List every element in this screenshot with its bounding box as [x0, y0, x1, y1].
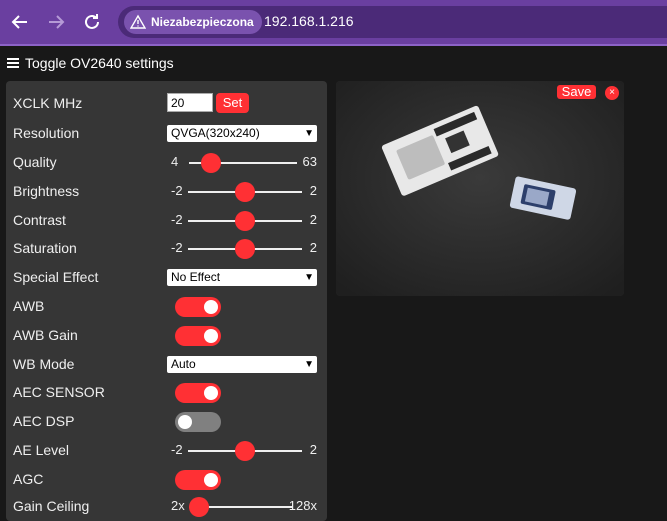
agc-row: AGC	[13, 468, 323, 490]
gain-ceiling-label: Gain Ceiling	[13, 498, 90, 514]
quality-label: Quality	[13, 154, 57, 170]
security-label: Niezabezpieczona	[151, 15, 254, 29]
settings-panel: XCLK MHz 20 Set Resolution QVGA(320x240)…	[6, 81, 327, 521]
quality-min: 4	[171, 154, 179, 169]
brightness-max: 2	[309, 183, 317, 198]
aec-sensor-label: AEC SENSOR	[13, 384, 105, 400]
aec-dsp-label: AEC DSP	[13, 413, 75, 429]
close-icon[interactable]: ×	[605, 86, 619, 100]
chevron-down-icon: ▼	[304, 359, 314, 370]
warning-icon	[130, 14, 146, 29]
toggle-knob	[204, 386, 218, 400]
xclk-input[interactable]: 20	[167, 93, 213, 112]
saturation-slider-thumb[interactable]	[235, 239, 255, 259]
ae-level-label: AE Level	[13, 442, 70, 458]
contrast-label: Contrast	[13, 212, 66, 228]
stream-image	[336, 81, 624, 296]
back-arrow-icon[interactable]	[8, 10, 32, 34]
wb-mode-row: WB Mode Auto ▼	[13, 353, 323, 375]
aec-sensor-toggle[interactable]	[175, 383, 221, 403]
security-chip[interactable]: Niezabezpieczona	[124, 10, 262, 34]
aec-dsp-toggle[interactable]	[175, 412, 221, 432]
toggle-label: Toggle OV2640 settings	[25, 55, 174, 71]
brightness-min: -2	[171, 183, 183, 198]
menu-icon	[7, 58, 19, 68]
contrast-max: 2	[309, 212, 317, 227]
url-text[interactable]: 192.168.1.216	[264, 13, 354, 29]
gain-ceiling-slider-thumb[interactable]	[189, 497, 209, 517]
ae-level-max: 2	[309, 442, 317, 457]
awb-label: AWB	[13, 298, 45, 314]
resolution-row: Resolution QVGA(320x240) ▼	[13, 122, 323, 144]
camera-stream	[336, 81, 624, 296]
ae-level-row: AE Level -2 2	[13, 439, 323, 461]
address-bar[interactable]: Niezabezpieczona 192.168.1.216	[118, 6, 667, 38]
resolution-value: QVGA(320x240)	[171, 126, 260, 140]
gain-ceiling-row: Gain Ceiling 2x 128x	[13, 495, 323, 517]
brightness-label: Brightness	[13, 183, 80, 199]
awb-gain-row: AWB Gain	[13, 324, 323, 346]
toggle-knob	[178, 415, 192, 429]
awb-toggle[interactable]	[175, 297, 221, 317]
quality-row: Quality 4 63	[13, 151, 323, 173]
brightness-slider-thumb[interactable]	[235, 182, 255, 202]
special-effect-label: Special Effect	[13, 269, 99, 285]
xclk-label: XCLK MHz	[13, 95, 83, 111]
saturation-row: Saturation -2 2	[13, 237, 323, 259]
wb-mode-select[interactable]: Auto ▼	[167, 356, 317, 373]
awb-gain-toggle[interactable]	[175, 326, 221, 346]
xclk-row: XCLK MHz 20 Set	[13, 92, 323, 114]
contrast-row: Contrast -2 2	[13, 209, 323, 231]
chevron-down-icon: ▼	[304, 272, 314, 283]
special-effect-select[interactable]: No Effect ▼	[167, 269, 317, 286]
awb-gain-label: AWB Gain	[13, 327, 78, 343]
contrast-slider-thumb[interactable]	[235, 211, 255, 231]
toolbar-divider	[0, 44, 667, 46]
saturation-max: 2	[309, 240, 317, 255]
ae-level-min: -2	[171, 442, 183, 457]
aec-sensor-row: AEC SENSOR	[13, 381, 323, 403]
resolution-select[interactable]: QVGA(320x240) ▼	[167, 125, 317, 142]
toggle-knob	[204, 300, 218, 314]
special-effect-row: Special Effect No Effect ▼	[13, 266, 323, 288]
saturation-min: -2	[171, 240, 183, 255]
toggle-knob	[204, 473, 218, 487]
wb-mode-value: Auto	[171, 357, 196, 371]
brightness-row: Brightness -2 2	[13, 180, 323, 202]
reload-icon[interactable]	[80, 10, 104, 34]
gain-ceiling-max: 128x	[288, 498, 317, 513]
set-button[interactable]: Set	[216, 93, 249, 113]
aec-dsp-row: AEC DSP	[13, 410, 323, 432]
save-button[interactable]: Save	[557, 85, 596, 99]
ae-level-slider-thumb[interactable]	[235, 441, 255, 461]
resolution-label: Resolution	[13, 125, 80, 141]
chevron-down-icon: ▼	[304, 128, 314, 139]
settings-toggle[interactable]: Toggle OV2640 settings	[7, 55, 174, 71]
wb-mode-label: WB Mode	[13, 356, 75, 372]
agc-toggle[interactable]	[175, 470, 221, 490]
forward-arrow-icon[interactable]	[44, 10, 68, 34]
gain-ceiling-min: 2x	[171, 498, 185, 513]
quality-slider-thumb[interactable]	[200, 153, 221, 173]
contrast-min: -2	[171, 212, 183, 227]
quality-max: 63	[302, 154, 317, 169]
saturation-label: Saturation	[13, 240, 77, 256]
awb-row: AWB	[13, 295, 323, 317]
special-effect-value: No Effect	[171, 270, 221, 284]
toggle-knob	[204, 329, 218, 343]
agc-label: AGC	[13, 471, 44, 487]
